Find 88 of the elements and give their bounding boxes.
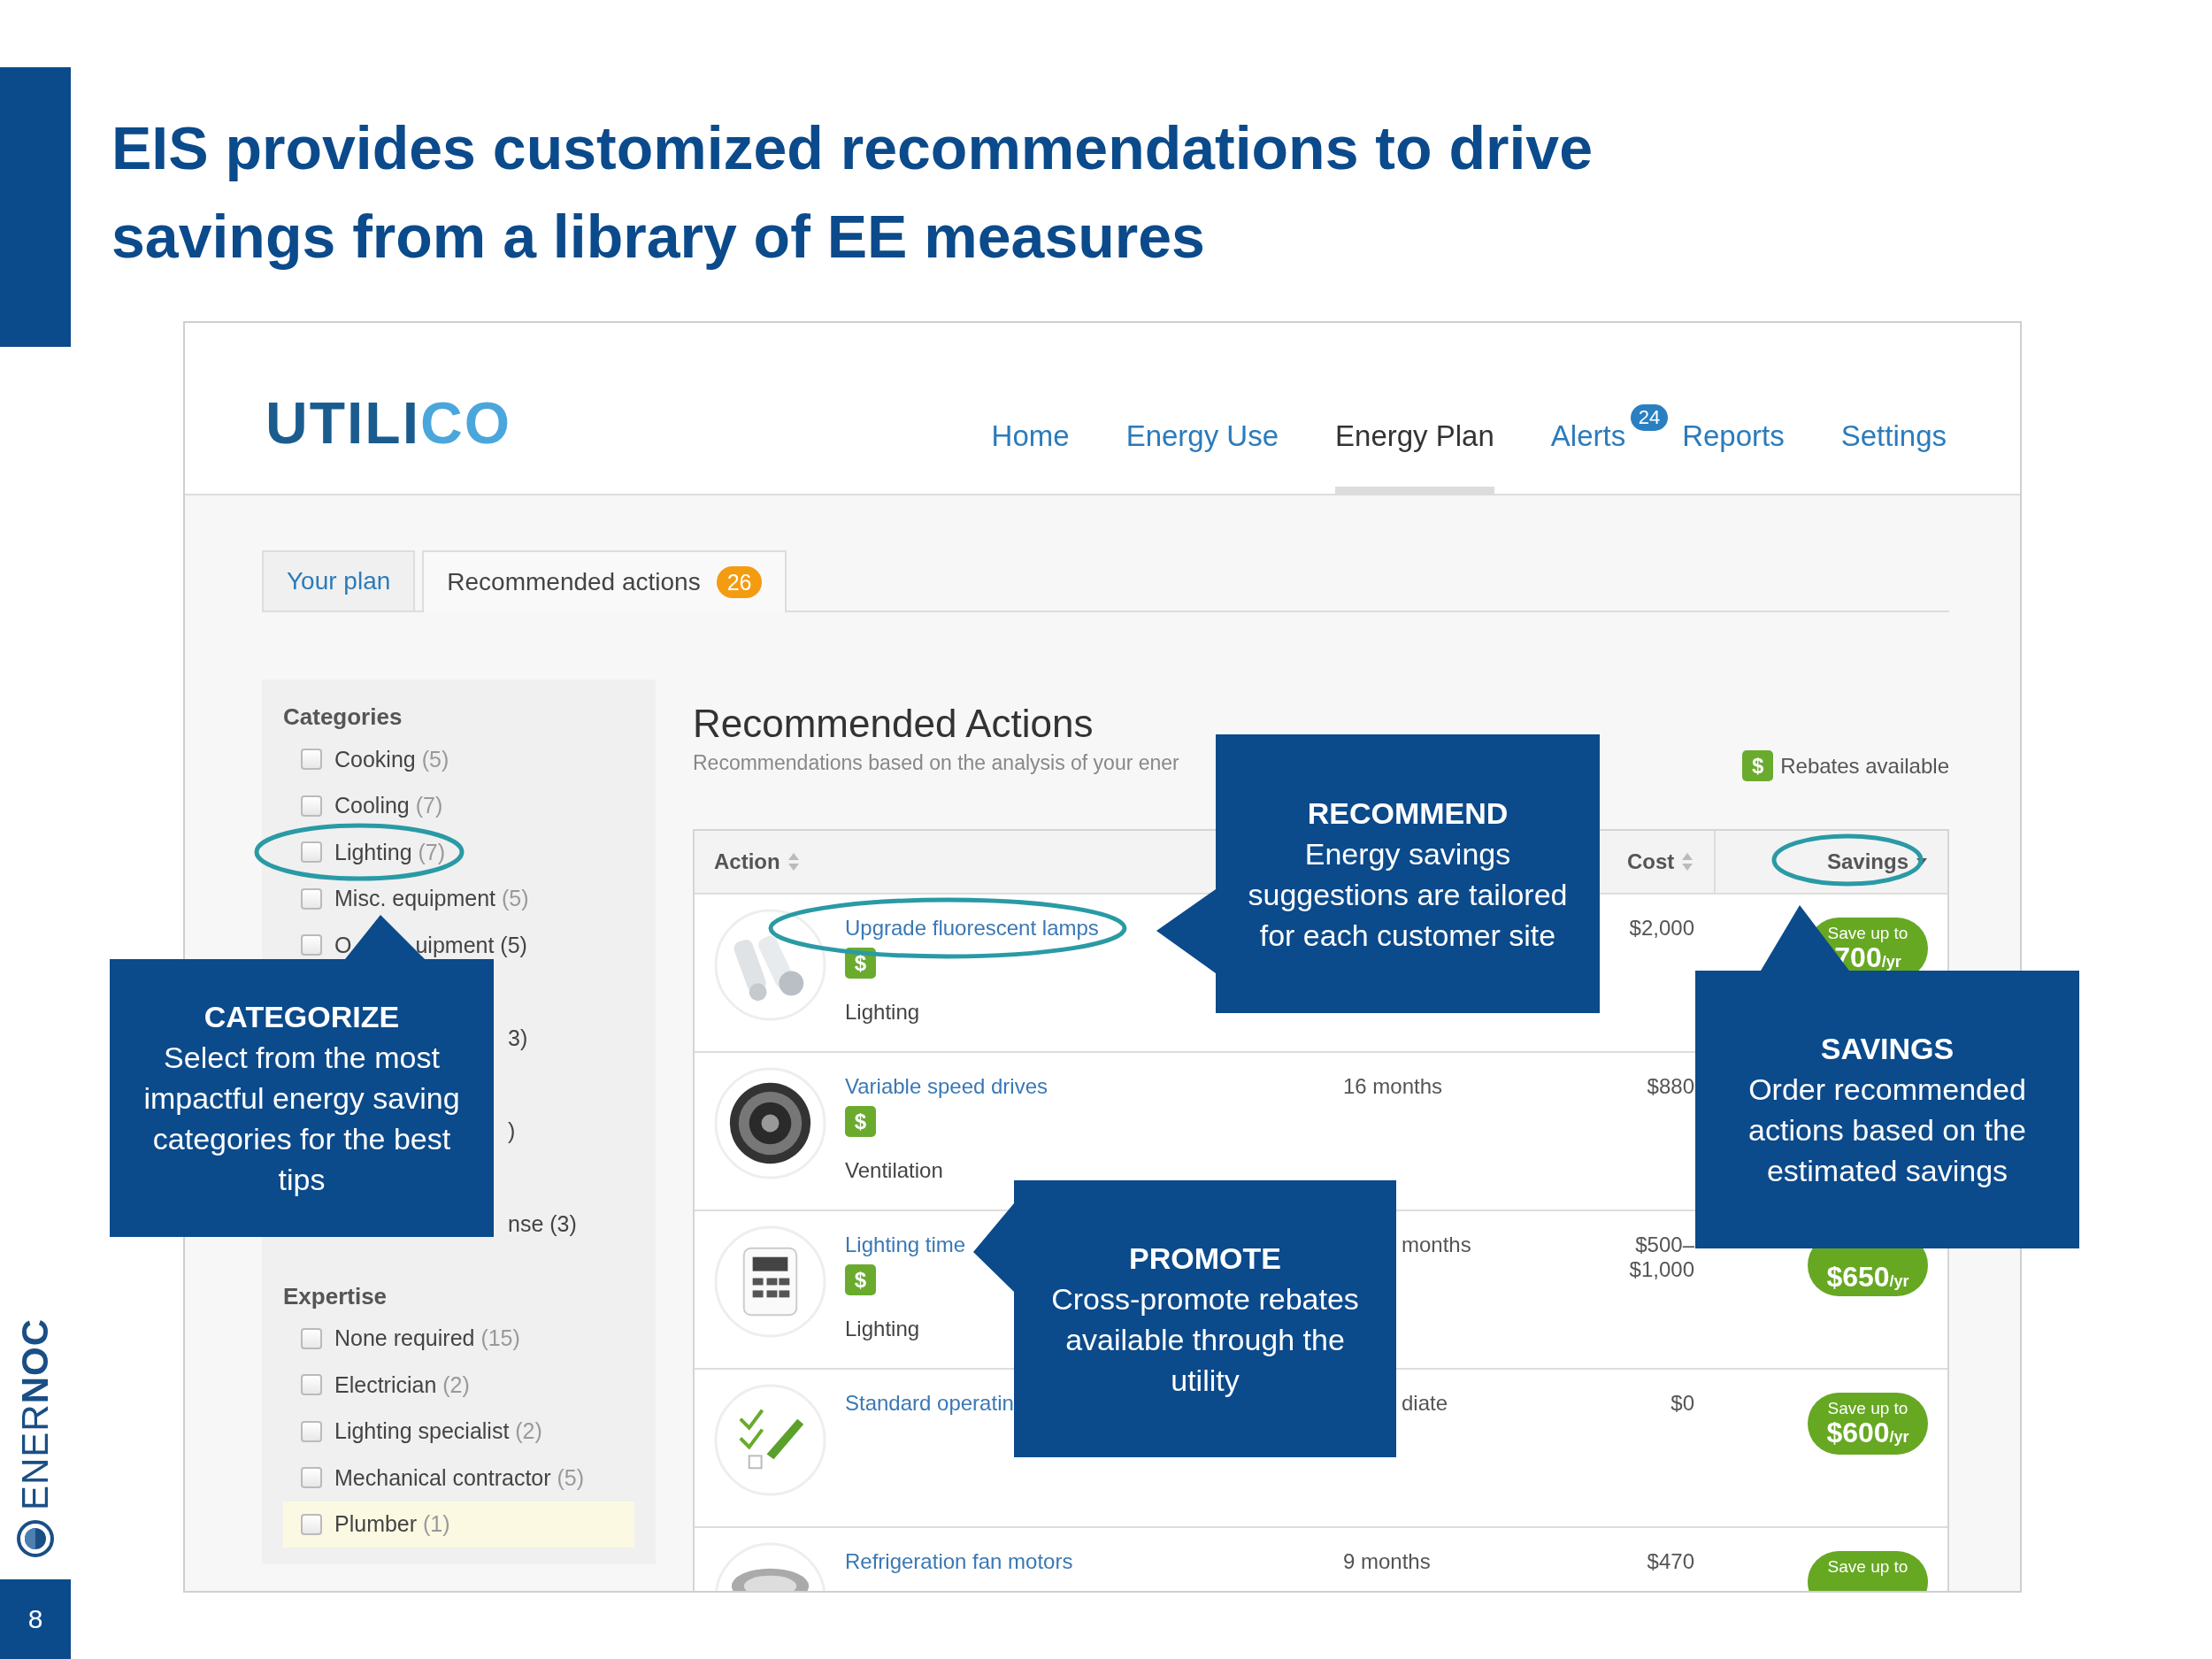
checkbox[interactable] <box>301 1420 322 1442</box>
rebate-badge: $ <box>845 1106 876 1137</box>
tab[interactable]: Recommended actions 26 <box>422 550 787 612</box>
count-badge: 26 <box>716 566 763 598</box>
rebate-badge: $ <box>1742 750 1774 781</box>
filter-row[interactable]: Lighting specialist (2) <box>283 1408 634 1455</box>
filter-label: uipment (5) <box>415 932 527 958</box>
filter-row[interactable]: Cooking (5) <box>283 736 634 783</box>
nav-link[interactable]: Reports <box>1682 419 1785 494</box>
payback-text: 9 months <box>1343 1549 1431 1573</box>
callout-text: Order recommended actions based on the estimated savings <box>1747 1071 2027 1189</box>
callout-title: PROMOTE <box>1129 1240 1281 1277</box>
filter-label: Lighting specialist (2) <box>334 1418 542 1445</box>
cost-text: $500– $1,000 <box>1629 1233 1694 1281</box>
checkbox[interactable] <box>301 749 322 771</box>
filter-label: Cooling (7) <box>334 793 443 819</box>
callout-title: CATEGORIZE <box>204 999 400 1035</box>
column-header[interactable]: Cost <box>1608 831 1714 893</box>
filter-label: Cooking (5) <box>334 746 449 772</box>
circle-logo-icon <box>16 1519 55 1558</box>
checkbox[interactable] <box>301 887 322 910</box>
callout-text: Energy savings suggestions are tailored for each customer site <box>1247 835 1569 954</box>
savings-badge: Save up to $600/yr <box>1808 1393 1928 1455</box>
callout-title: SAVINGS <box>1820 1031 1955 1067</box>
sort-icon <box>787 852 800 872</box>
category-text: Lighting <box>845 1000 920 1025</box>
caret-icon <box>1916 857 1928 866</box>
filter-row[interactable]: Lighting (7) <box>283 829 634 876</box>
filter-label: Mechanical contractor (5) <box>334 1464 585 1491</box>
section-title: Recommended Actions <box>693 701 1094 747</box>
action-link[interactable]: Upgrade fluorescent lamps <box>845 916 1099 941</box>
checkbox[interactable] <box>301 795 322 817</box>
payback-text: diate <box>1402 1391 1448 1415</box>
filter-label: 3) <box>508 1025 528 1051</box>
nav-link[interactable]: Settings <box>1840 419 1947 494</box>
filter-label: Plumber (1) <box>334 1511 450 1538</box>
sort-icon <box>1681 852 1694 872</box>
rebate-badge: $ <box>845 1264 876 1295</box>
payback-text: months <box>1402 1233 1471 1256</box>
filter-label: Lighting (7) <box>334 839 446 865</box>
checkbox[interactable] <box>301 841 322 864</box>
callout-title: RECOMMEND <box>1307 795 1509 832</box>
filter-label: None required (15) <box>334 1325 520 1352</box>
category-text: Lighting <box>845 1317 920 1341</box>
action-link[interactable]: Refrigeration fan motors <box>845 1549 1073 1574</box>
cost-text: $0 <box>1671 1391 1694 1415</box>
filter-row[interactable]: Mechanical contractor (5) <box>283 1455 634 1502</box>
filter-label: O <box>334 932 352 958</box>
column-header[interactable]: Savings <box>1714 831 1947 893</box>
tab[interactable]: Your plan <box>262 550 416 611</box>
filter-row[interactable]: Plumber (1) <box>283 1501 634 1548</box>
checkbox[interactable] <box>301 1327 322 1349</box>
section-heading: Categories <box>283 703 403 732</box>
filter-label: nse (3) <box>508 1210 577 1237</box>
cost-text: $880 <box>1647 1074 1694 1098</box>
nav-link[interactable]: Energy Plan <box>1335 419 1494 494</box>
filter-row[interactable]: Misc. equipment (5) <box>283 875 634 922</box>
filter-row[interactable]: Electrician (2) <box>283 1362 634 1409</box>
section-subtitle: Recommendations based on the analysis of your ener <box>693 750 1179 776</box>
payback-text: 16 months <box>1343 1074 1443 1098</box>
savings-badge: Save up to <box>1808 1551 1928 1591</box>
filter-label: Misc. equipment (5) <box>334 886 529 912</box>
column-header[interactable]: Action <box>695 831 819 893</box>
nav-link[interactable]: Energy Use <box>1125 419 1279 494</box>
checkbox[interactable] <box>301 1513 322 1535</box>
filter-label: Electrician (2) <box>334 1371 470 1398</box>
cost-text: $470 <box>1647 1549 1694 1573</box>
checkbox[interactable] <box>301 1467 322 1489</box>
callout-text: Cross-promote rebates available through the utility <box>1050 1280 1360 1399</box>
section-heading: Expertise <box>283 1281 388 1311</box>
brand-logo: ENERNOC <box>14 1317 57 1510</box>
filter-label: ) <box>508 1118 516 1144</box>
logo: UTILICO <box>265 388 511 457</box>
action-link[interactable]: Standard operatin <box>845 1391 1014 1416</box>
page-number: 8 <box>0 1579 71 1659</box>
filter-row[interactable]: Cooling (7) <box>283 782 634 829</box>
slide-title: EIS provides customized recommendations to drive savings from a library of EE measures <box>111 113 1594 272</box>
category-text: Ventilation <box>845 1158 943 1183</box>
count-badge: 24 <box>1630 404 1669 431</box>
legend-label: Rebates available <box>1780 753 1949 779</box>
nav-link[interactable]: Home <box>991 419 1070 494</box>
callout-text: Select from the most impactful energy saving categories for the best tips <box>142 1040 461 1198</box>
action-link[interactable]: Variable speed drives <box>845 1074 1048 1099</box>
checkbox[interactable] <box>301 934 322 956</box>
action-link[interactable]: Lighting time <box>845 1233 966 1257</box>
filter-row[interactable]: None required (15) <box>283 1315 634 1362</box>
checkbox[interactable] <box>301 1374 322 1396</box>
cost-text: $2,000 <box>1629 916 1694 940</box>
